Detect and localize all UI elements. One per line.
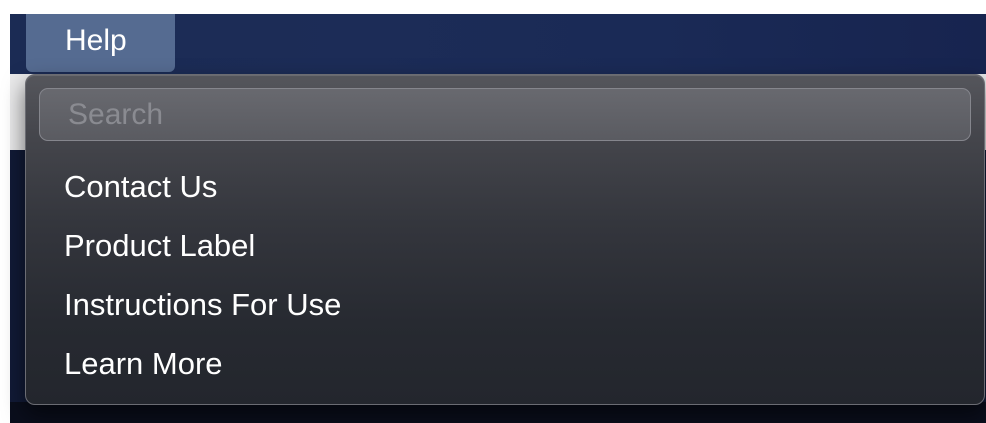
background-window-footer — [10, 402, 986, 423]
help-dropdown-menu: Contact Us Product Label Instructions Fo… — [25, 74, 985, 405]
menu-item-product-label[interactable]: Product Label — [26, 217, 984, 275]
menu-item-instructions-for-use[interactable]: Instructions For Use — [26, 276, 984, 334]
menu-item-contact-us[interactable]: Contact Us — [26, 158, 984, 216]
menu-item-learn-more[interactable]: Learn More — [26, 335, 984, 393]
help-search-input[interactable] — [39, 88, 971, 141]
menu-bar: Help — [10, 14, 986, 74]
menu-help[interactable]: Help — [26, 14, 175, 72]
